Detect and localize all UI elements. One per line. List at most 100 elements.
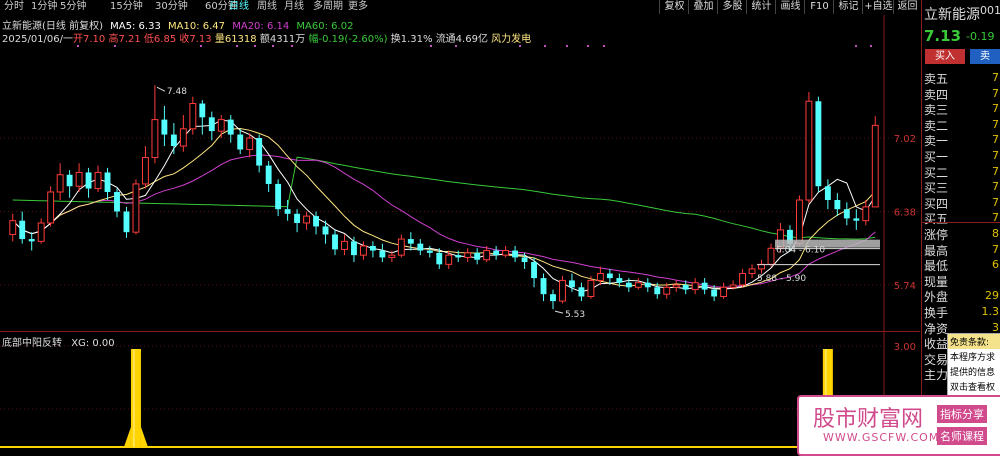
marker-dot xyxy=(566,45,568,47)
stats-row-value: 6 xyxy=(992,258,999,272)
order-row-value: 7 xyxy=(992,71,999,84)
indicator-title-row: 底部中阳反转 XG: 0.00 xyxy=(2,334,115,349)
candle-body xyxy=(426,250,433,253)
candle-body xyxy=(313,216,319,227)
candle-body xyxy=(436,252,443,265)
candle-body xyxy=(815,101,822,187)
order-row-label: 买三 xyxy=(924,181,949,196)
high-label: 7.48 xyxy=(167,87,187,97)
stats-row-label: 最低 xyxy=(924,259,949,274)
candle-body xyxy=(322,226,329,235)
stats-row-label: 净资 xyxy=(924,321,949,336)
candle-body xyxy=(578,287,585,297)
candle-body xyxy=(141,157,149,185)
candle-body xyxy=(483,250,491,261)
candle-body xyxy=(672,284,680,288)
candle-body xyxy=(795,199,803,245)
watermark-tag1: 指标分享 xyxy=(937,405,987,423)
kline-chart[interactable]: 7.02 6.38 5.74 6.04 - 6.10 5.88 - 5.90 7.48 5.… xyxy=(0,0,920,452)
candle-body xyxy=(596,273,604,281)
order-row-label: 买四 xyxy=(924,196,949,211)
order-row-label: 卖三 xyxy=(924,103,949,118)
marker-dot xyxy=(430,45,432,47)
candle-body xyxy=(37,222,45,242)
stats-row-label: 交易 xyxy=(924,352,949,367)
low-label: 5.53 xyxy=(565,310,585,320)
marker-dot xyxy=(114,45,116,47)
disclaimer-line: 本程序方求 xyxy=(950,353,996,363)
stock-code: 001 xyxy=(980,4,1000,17)
candle-body xyxy=(104,172,111,192)
order-row-value: 7 xyxy=(992,102,999,116)
candle-body xyxy=(748,268,756,275)
candle-body xyxy=(455,255,462,258)
candle-body xyxy=(464,252,472,258)
candle-body xyxy=(161,119,168,135)
candle-body xyxy=(531,262,537,279)
candle-body xyxy=(227,119,234,135)
candle-body xyxy=(474,252,481,260)
candle-body xyxy=(332,234,338,250)
marker-dot xyxy=(200,45,202,47)
stats-row-value: 1.3 xyxy=(981,305,1000,318)
stats-row-label: 涨停 xyxy=(924,228,949,242)
marker-dot xyxy=(272,45,274,47)
candle-body xyxy=(217,119,225,132)
order-row-value: 7 xyxy=(992,86,999,100)
panel-separator xyxy=(922,222,1000,223)
candle-body xyxy=(379,250,386,258)
indicator-xg: XG: 0.00 xyxy=(71,338,115,349)
marker-dot xyxy=(603,45,605,47)
buy-button[interactable]: 买入 xyxy=(925,49,965,64)
indicator-tick-label: 3.00 xyxy=(894,342,916,353)
ma5-line xyxy=(12,119,876,293)
price-tick-label: 6.38 xyxy=(894,208,916,219)
zone-label: 6.04 - 6.10 xyxy=(776,246,825,256)
order-row-label: 买二 xyxy=(924,165,949,180)
watermark-logo: 股市财富网 WWW.GSCFW.COM 指标分享 名师课程 xyxy=(797,395,1000,456)
candle-body xyxy=(739,273,747,286)
candle-body xyxy=(407,239,414,244)
signal-flare xyxy=(123,427,131,447)
marker-dot xyxy=(291,45,293,47)
price-change: -0.19 xyxy=(966,30,995,43)
sell-button[interactable]: 卖 xyxy=(970,49,1000,64)
stats-row-value: 3 xyxy=(992,320,999,334)
candle-body xyxy=(644,282,651,288)
candle-body xyxy=(853,218,860,221)
candle-body xyxy=(540,278,547,295)
candle-body xyxy=(834,200,841,210)
signal-flare xyxy=(140,427,148,447)
order-row-value: 7 xyxy=(992,149,999,162)
candle-body xyxy=(417,243,424,251)
order-row-label: 卖二 xyxy=(924,118,949,133)
order-row-value: 7 xyxy=(992,164,999,178)
stats-row-label: 收益 xyxy=(924,337,949,352)
candle-body xyxy=(711,289,718,297)
indicator-divider xyxy=(0,331,920,332)
candle-body xyxy=(701,282,708,290)
watermark-tag2: 名师课程 xyxy=(937,427,987,445)
candle-body xyxy=(256,138,263,166)
candle-body xyxy=(9,220,17,235)
marker-dot xyxy=(455,45,457,47)
order-row-label: 卖四 xyxy=(924,87,949,102)
order-row-label: 买一 xyxy=(924,150,949,164)
candle-body xyxy=(397,238,405,256)
order-row-value: 7 xyxy=(992,180,999,194)
stats-row-label: 换手 xyxy=(924,306,949,320)
candle-body xyxy=(246,137,254,150)
stats-row-value: 29 xyxy=(985,289,999,303)
candle-body xyxy=(19,220,26,240)
order-row-value: 7 xyxy=(992,117,999,131)
zone-label: 5.88 - 5.90 xyxy=(757,274,806,284)
candle-body xyxy=(132,183,140,233)
candle-body xyxy=(179,128,187,147)
price-tick-label: 5.74 xyxy=(894,281,916,292)
candle-body xyxy=(625,282,632,288)
marker-dot xyxy=(544,45,546,47)
order-row-label: 卖一 xyxy=(924,134,949,149)
marker-dot xyxy=(519,45,521,47)
stats-row-value: 8 xyxy=(992,227,999,240)
watermark-main: 股市财富网 xyxy=(813,407,924,432)
